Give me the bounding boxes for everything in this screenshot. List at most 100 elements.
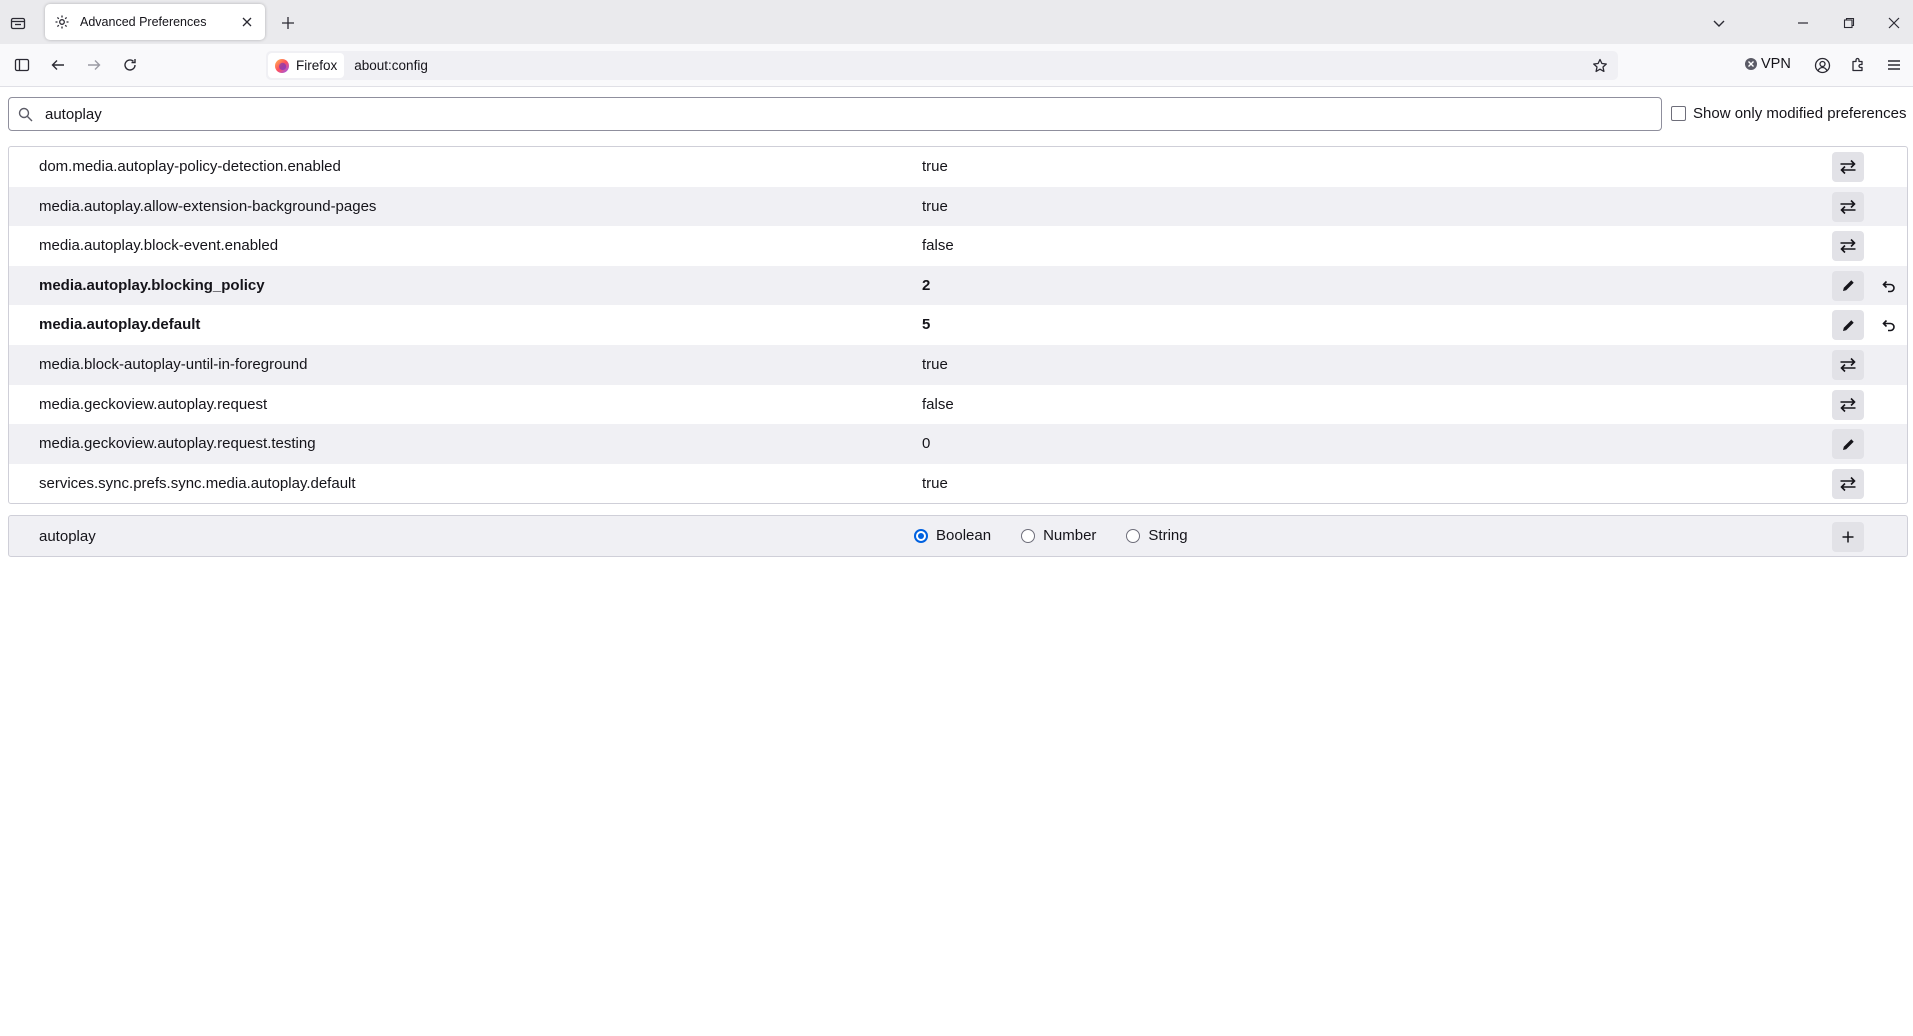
type-radio-boolean[interactable]: Boolean — [914, 527, 991, 544]
add-preference-button[interactable] — [1832, 522, 1864, 552]
app-menu-button[interactable] — [1882, 53, 1906, 77]
preference-value: true — [922, 474, 948, 492]
type-label-boolean: Boolean — [936, 527, 992, 544]
tab-advanced-preferences[interactable]: Advanced Preferences — [45, 4, 265, 40]
star-icon — [1593, 58, 1607, 72]
show-only-modified-checkbox[interactable]: Show only modified preferences — [1671, 105, 1906, 122]
chevron-down-icon — [1713, 20, 1725, 27]
edit-button[interactable] — [1832, 429, 1864, 460]
url-address[interactable]: about:config — [354, 58, 1590, 73]
table-row[interactable]: media.autoplay.block-event.enabled false — [9, 226, 1907, 266]
tab-strip: Advanced Preferences — [0, 0, 1913, 44]
identity-box[interactable]: Firefox — [268, 53, 345, 78]
close-tab-button[interactable] — [237, 12, 257, 32]
preference-search-box[interactable] — [8, 97, 1662, 131]
toggle-button[interactable] — [1832, 468, 1864, 499]
preference-name: media.autoplay.default — [39, 316, 201, 334]
edit-icon — [1842, 280, 1854, 292]
preference-name: services.sync.prefs.sync.media.autoplay.… — [39, 474, 356, 492]
preference-name: media.autoplay.allow-extension-backgroun… — [39, 197, 377, 215]
radio-number[interactable] — [1021, 528, 1036, 543]
vpn-button[interactable]: VPN — [1744, 56, 1791, 72]
new-preference-name: autoplay — [39, 528, 96, 545]
identity-label: Firefox — [296, 58, 338, 73]
search-icon — [18, 107, 33, 122]
forward-button[interactable] — [82, 53, 106, 77]
toggle-icon — [1840, 239, 1856, 254]
preference-value: true — [922, 355, 948, 373]
menu-icon — [1888, 60, 1900, 70]
preference-name: media.autoplay.blocking_policy — [39, 276, 265, 294]
table-row[interactable]: media.geckoview.autoplay.request false — [9, 385, 1907, 425]
checkbox[interactable] — [1671, 106, 1686, 121]
table-row[interactable]: media.block-autoplay-until-in-foreground… — [9, 344, 1907, 385]
navigation-toolbar: Firefox about:config VPN — [0, 44, 1913, 87]
plus-icon — [282, 17, 294, 29]
close-icon — [242, 17, 252, 27]
type-radio-number[interactable]: Number — [1021, 527, 1096, 544]
minimize-icon — [1798, 22, 1808, 24]
close-icon — [1888, 17, 1900, 29]
preference-type-selector: Boolean Number String — [914, 527, 1218, 544]
plus-icon — [1842, 531, 1854, 543]
preference-value: 0 — [922, 435, 931, 453]
toggle-button[interactable] — [1832, 152, 1864, 182]
preference-value: 5 — [922, 316, 931, 334]
bookmark-button[interactable] — [1590, 56, 1610, 76]
preference-value: false — [922, 395, 954, 413]
toggle-button[interactable] — [1832, 191, 1864, 222]
radio-string[interactable] — [1126, 528, 1141, 543]
close-window-button[interactable] — [1883, 12, 1905, 34]
table-row[interactable]: media.autoplay.blocking_policy 2 — [9, 265, 1907, 306]
account-button[interactable] — [1810, 53, 1834, 77]
toggle-icon — [1840, 159, 1856, 175]
restore-icon — [1843, 17, 1855, 29]
vpn-label: VPN — [1761, 56, 1791, 72]
back-button[interactable] — [46, 53, 70, 77]
list-all-tabs-button[interactable] — [1708, 12, 1730, 34]
toggle-icon — [1840, 199, 1856, 214]
edit-icon — [1842, 320, 1854, 331]
extensions-icon — [1852, 57, 1863, 72]
minimize-button[interactable] — [1792, 12, 1814, 34]
firefox-logo-icon — [275, 58, 289, 73]
reset-button[interactable] — [1872, 310, 1904, 340]
type-radio-string[interactable]: String — [1126, 527, 1188, 544]
toggle-button[interactable] — [1832, 389, 1864, 420]
sidebar-button[interactable] — [10, 53, 34, 77]
type-label-number: Number — [1043, 527, 1097, 544]
reload-button[interactable] — [118, 53, 142, 77]
tab-title: Advanced Preferences — [80, 15, 207, 29]
vpn-icon — [1745, 58, 1757, 70]
restore-button[interactable] — [1838, 12, 1860, 34]
table-row[interactable]: media.autoplay.allow-extension-backgroun… — [9, 186, 1907, 227]
reset-button[interactable] — [1872, 271, 1904, 301]
new-tab-button[interactable] — [277, 12, 299, 34]
toggle-button[interactable] — [1832, 231, 1864, 262]
preferences-table: dom.media.autoplay-policy-detection.enab… — [8, 146, 1908, 505]
extensions-button[interactable] — [1846, 53, 1870, 77]
preference-name: media.autoplay.block-event.enabled — [39, 237, 279, 255]
toggle-button[interactable] — [1832, 349, 1864, 380]
preference-name: media.block-autoplay-until-in-foreground — [39, 355, 308, 373]
table-row[interactable]: dom.media.autoplay-policy-detection.enab… — [9, 147, 1907, 187]
url-bar[interactable]: Firefox about:config — [266, 51, 1618, 80]
type-label-string: String — [1148, 527, 1188, 544]
add-preference-row: autoplay Boolean Number String — [8, 515, 1908, 557]
edit-button[interactable] — [1832, 270, 1864, 301]
preference-name: media.geckoview.autoplay.request — [39, 395, 268, 413]
sidebar-icon — [14, 58, 30, 72]
gear-icon — [54, 14, 70, 30]
table-row[interactable]: services.sync.prefs.sync.media.autoplay.… — [9, 464, 1907, 504]
table-row[interactable]: media.autoplay.default 5 — [9, 305, 1907, 345]
reset-icon — [1882, 320, 1895, 332]
firefox-view-icon — [10, 17, 26, 30]
account-icon — [1814, 57, 1830, 73]
radio-boolean[interactable] — [914, 528, 928, 543]
search-input[interactable] — [43, 104, 1661, 124]
preference-value: true — [922, 158, 948, 175]
back-icon — [51, 60, 64, 70]
firefox-view-button[interactable] — [7, 12, 29, 34]
edit-button[interactable] — [1832, 310, 1864, 341]
table-row[interactable]: media.geckoview.autoplay.request.testing… — [9, 424, 1907, 464]
